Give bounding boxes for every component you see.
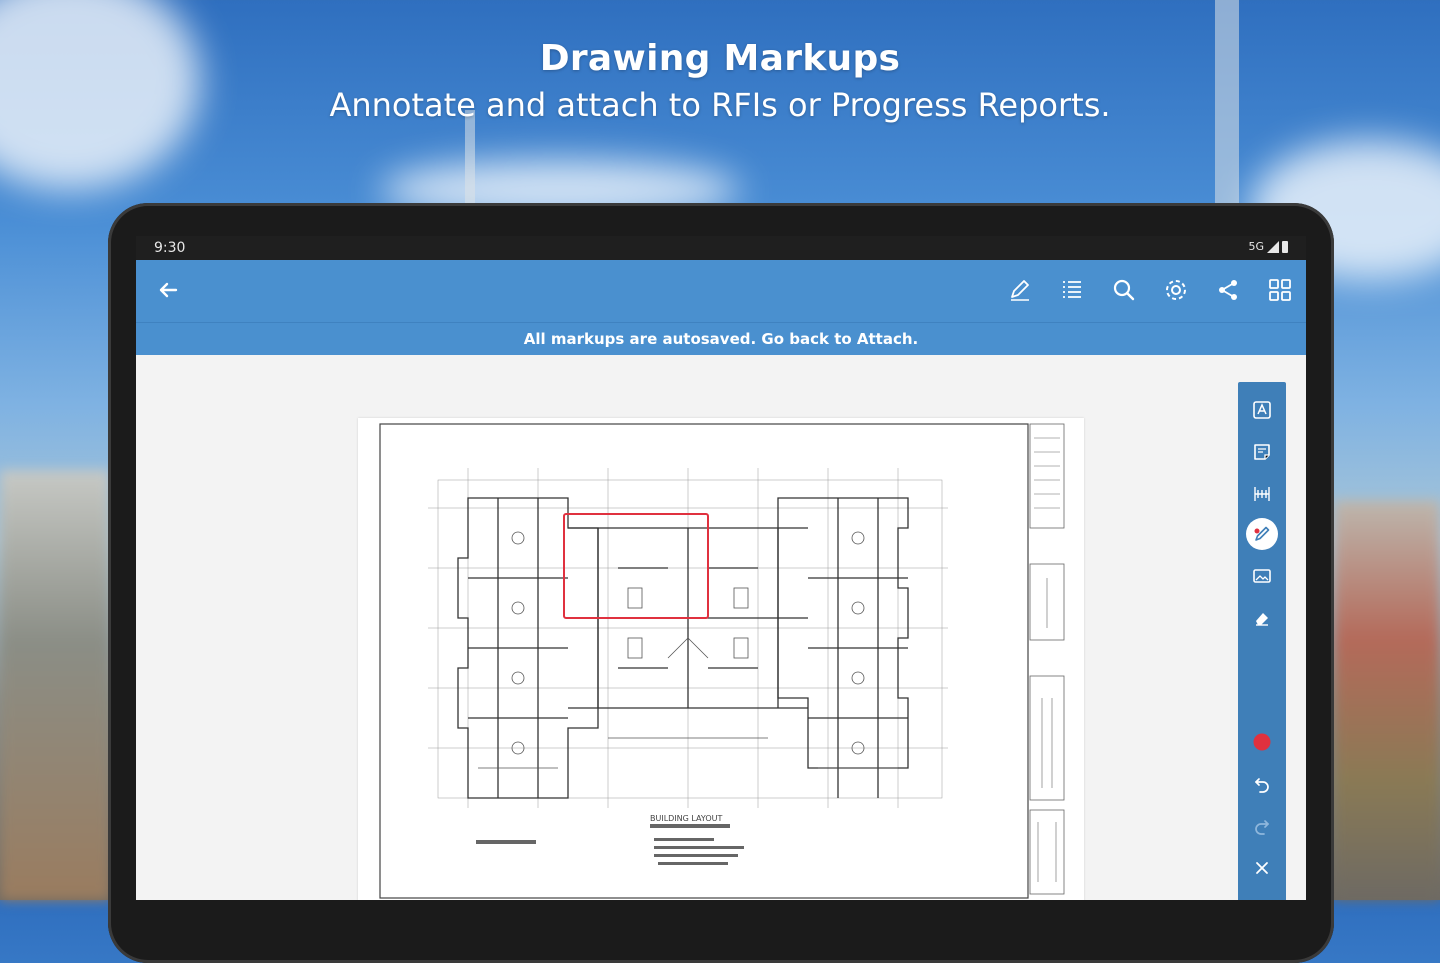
background-pole xyxy=(465,110,475,210)
list-icon[interactable] xyxy=(1046,274,1098,306)
background-building xyxy=(1334,500,1440,900)
drawing-title: BUILDING LAYOUT xyxy=(650,814,723,823)
markup-toolbar xyxy=(1238,382,1286,900)
pen-icon[interactable] xyxy=(1246,518,1278,550)
gear-icon[interactable] xyxy=(1150,274,1202,306)
redo-icon[interactable] xyxy=(1246,810,1278,842)
color-swatch[interactable] xyxy=(1246,726,1278,758)
search-icon[interactable] xyxy=(1098,274,1150,306)
status-time: 9:30 xyxy=(154,240,186,256)
text-icon[interactable] xyxy=(1246,394,1278,426)
network-label: 5G xyxy=(1248,240,1264,253)
hero-title: Drawing Markups xyxy=(539,38,901,79)
app-screen: 9:30 5G All markups are autosaved. Go ba… xyxy=(136,236,1306,900)
hero-subtitle: Annotate and attach to RFIs or Progress … xyxy=(329,86,1111,124)
note-icon[interactable] xyxy=(1246,436,1278,468)
undo-icon[interactable] xyxy=(1246,768,1278,800)
image-icon[interactable] xyxy=(1246,560,1278,592)
close-icon[interactable] xyxy=(1246,852,1278,884)
appbar-actions xyxy=(994,274,1306,306)
grid-icon[interactable] xyxy=(1254,274,1306,306)
app-bar xyxy=(136,260,1306,322)
signal-icon xyxy=(1267,240,1279,253)
floor-plan-drawing: BUILDING LAYOUT xyxy=(379,423,1065,899)
status-indicators: 5G xyxy=(1248,240,1288,253)
background-building xyxy=(0,470,110,900)
autosave-banner[interactable]: All markups are autosaved. Go back to At… xyxy=(136,322,1306,355)
drawing-sheet[interactable]: BUILDING LAYOUT xyxy=(358,418,1084,900)
autosave-banner-text: All markups are autosaved. Go back to At… xyxy=(523,330,919,348)
share-icon[interactable] xyxy=(1202,274,1254,306)
title-block xyxy=(1029,423,1065,895)
markup-rectangle xyxy=(563,513,709,619)
back-arrow-icon[interactable] xyxy=(154,276,182,304)
measure-icon[interactable] xyxy=(1246,478,1278,510)
eraser-icon[interactable] xyxy=(1246,602,1278,634)
status-bar: 9:30 5G xyxy=(136,236,1306,260)
pencil-icon[interactable] xyxy=(994,274,1046,306)
battery-icon xyxy=(1282,240,1288,253)
